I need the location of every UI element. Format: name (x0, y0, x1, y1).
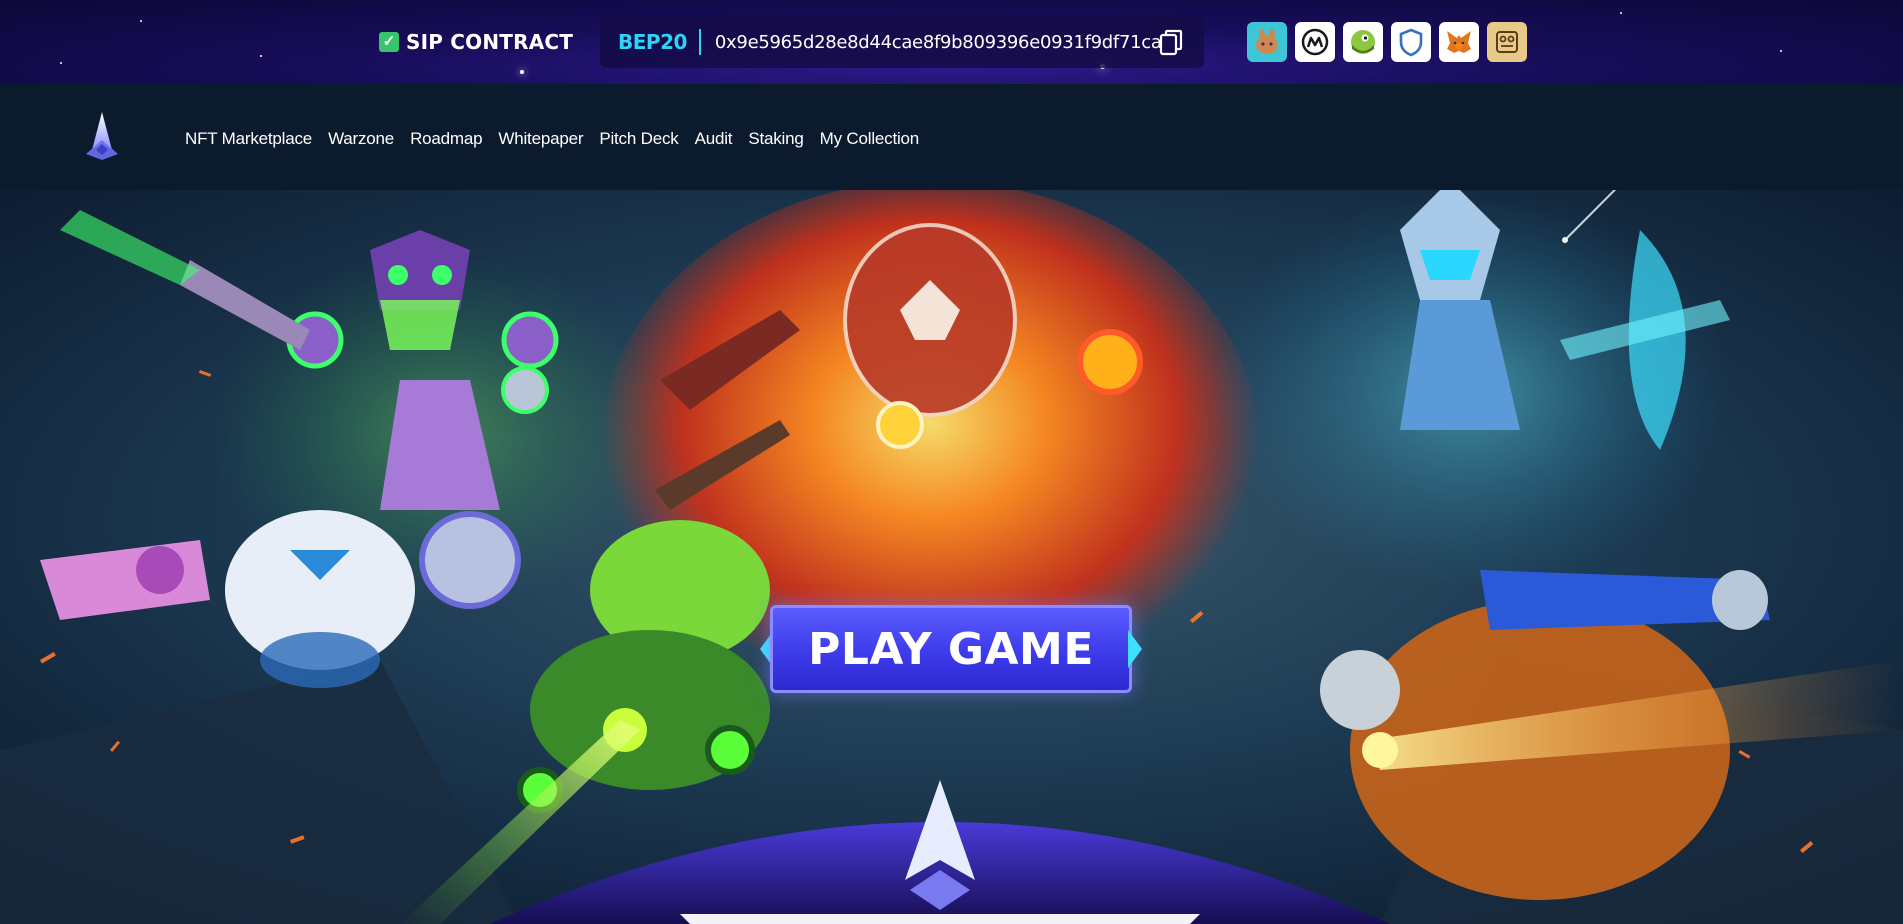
play-game-label: PLAY GAME (808, 623, 1094, 675)
copy-icon[interactable] (1159, 29, 1185, 57)
star-decoration (140, 20, 142, 22)
divider (698, 29, 701, 55)
dappradar-icon[interactable] (1487, 22, 1527, 62)
star-decoration (1620, 12, 1622, 14)
contract-address-box: BEP20 0x9e5965d28e8d44cae8f9b809396e0931… (600, 16, 1204, 68)
nav-item-my-collection[interactable]: My Collection (820, 129, 920, 149)
network-label: BEP20 (618, 30, 687, 54)
star-decoration (60, 62, 62, 64)
trustwallet-icon[interactable] (1391, 22, 1431, 62)
nav-item-pitch-deck[interactable]: Pitch Deck (599, 129, 678, 149)
exchange-badges (1247, 22, 1527, 62)
star-decoration (1780, 50, 1782, 52)
contract-label: SIP CONTRACT (406, 30, 574, 54)
contract-title: ✓ SIP CONTRACT (379, 30, 573, 54)
metamask-icon[interactable] (1439, 22, 1479, 62)
hero-banner: PLAY GAME (0, 190, 1903, 924)
pancakeswap-icon[interactable] (1247, 22, 1287, 62)
main-navigation: NFT Marketplace Warzone Roadmap Whitepap… (0, 84, 1903, 190)
button-cap-right (1128, 630, 1142, 668)
logo-icon[interactable] (76, 110, 128, 162)
nav-item-audit[interactable]: Audit (695, 129, 733, 149)
play-game-button[interactable]: PLAY GAME (760, 600, 1142, 698)
nav-item-whitepaper[interactable]: Whitepaper (498, 129, 583, 149)
hero-artwork (0, 190, 1903, 924)
check-icon: ✓ (379, 32, 399, 52)
star-decoration (520, 70, 524, 74)
coingecko-icon[interactable] (1343, 22, 1383, 62)
contract-address[interactable]: 0x9e5965d28e8d44cae8f9b809396e0931f9df71… (715, 32, 1162, 53)
nav-menu: NFT Marketplace Warzone Roadmap Whitepap… (185, 129, 919, 149)
play-game-button-face: PLAY GAME (770, 605, 1132, 693)
contract-bar: ✓ SIP CONTRACT BEP20 0x9e5965d28e8d44cae… (0, 0, 1903, 84)
coinmarketcap-icon[interactable] (1295, 22, 1335, 62)
nav-item-roadmap[interactable]: Roadmap (410, 129, 483, 149)
nav-item-staking[interactable]: Staking (748, 129, 804, 149)
star-decoration (260, 55, 262, 57)
nav-item-warzone[interactable]: Warzone (328, 129, 394, 149)
nav-item-nft-marketplace[interactable]: NFT Marketplace (185, 129, 312, 149)
